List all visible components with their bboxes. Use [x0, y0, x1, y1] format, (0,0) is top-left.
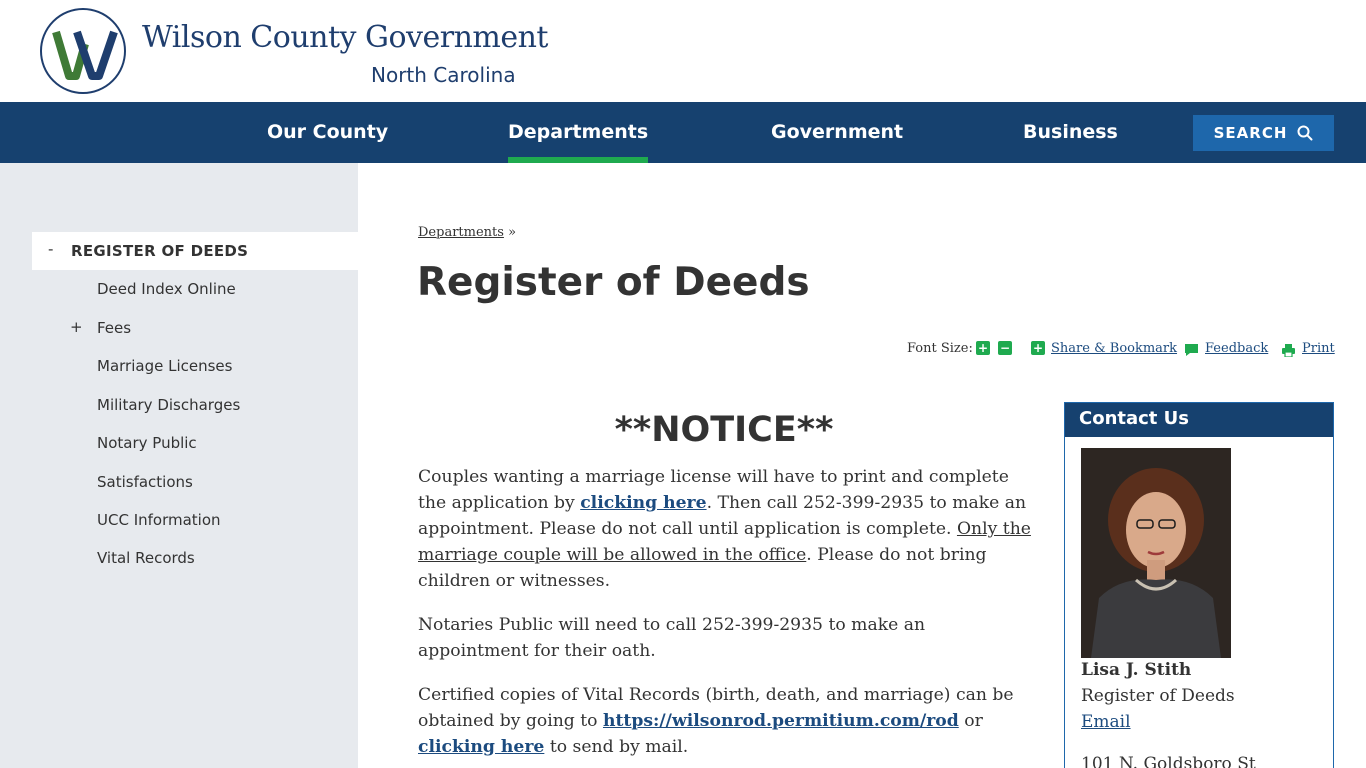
contact-heading: Contact Us	[1065, 403, 1333, 437]
collapse-icon[interactable]: -	[48, 240, 53, 258]
breadcrumb: Departments »	[418, 225, 516, 240]
search-icon	[1297, 125, 1313, 141]
share-bookmark-link[interactable]: Share & Bookmark	[1051, 341, 1177, 356]
site-title: Wilson County Government	[142, 20, 548, 55]
sidebar-item-satisfactions[interactable]: Satisfactions	[97, 473, 193, 491]
contact-email-link[interactable]: Email	[1081, 712, 1131, 732]
portrait-image	[1081, 448, 1231, 658]
font-decrease-button[interactable]: −	[998, 341, 1012, 355]
font-size-label: Font Size:	[907, 341, 973, 356]
print-icon	[1282, 344, 1295, 357]
notice-text: to send by mail.	[544, 737, 689, 757]
share-plus-icon: +	[1031, 341, 1045, 355]
font-increase-button[interactable]: +	[976, 341, 990, 355]
sidebar-item-notary-public[interactable]: Notary Public	[97, 434, 197, 452]
notice-text: or	[958, 711, 983, 731]
logo-w-icon	[52, 30, 118, 80]
contact-address: 101 N. Goldsboro St	[1081, 754, 1256, 768]
sidebar-item-deed-index-online[interactable]: Deed Index Online	[97, 280, 236, 298]
expand-icon[interactable]: +	[70, 318, 83, 336]
feedback-icon	[1185, 344, 1198, 356]
sidebar-item-label: REGISTER OF DEEDS	[71, 242, 249, 260]
application-link[interactable]: clicking here	[580, 493, 706, 513]
notary-notice: Notaries Public will need to call 252-39…	[418, 615, 926, 661]
site-subtitle: North Carolina	[371, 63, 516, 87]
page-title: Register of Deeds	[417, 260, 810, 305]
sidebar-item-military-discharges[interactable]: Military Discharges	[97, 396, 240, 414]
vital-records-notice: Certified copies of Vital Records (birth…	[418, 682, 1038, 760]
mail-request-link[interactable]: clicking here	[418, 737, 544, 757]
marriage-license-notice: Couples wanting a marriage license will …	[418, 464, 1038, 594]
site-header: Wilson County Government North Carolina	[0, 0, 1366, 102]
nav-business[interactable]: Business	[1023, 102, 1118, 163]
search-button[interactable]: SEARCH	[1193, 115, 1334, 151]
contact-name: Lisa J. Stith	[1081, 660, 1192, 680]
sidebar-item-ucc-information[interactable]: UCC Information	[97, 511, 221, 529]
sidebar-item-fees[interactable]: Fees	[97, 319, 131, 337]
contact-role: Register of Deeds	[1081, 686, 1235, 706]
contact-us-box: Contact Us Lisa J. Stith Register of Dee…	[1064, 402, 1334, 768]
print-link[interactable]: Print	[1302, 341, 1335, 356]
nav-departments[interactable]: Departments	[508, 102, 649, 163]
nav-government[interactable]: Government	[771, 102, 903, 163]
permitium-link[interactable]: https://wilsonrod.permitium.com/rod	[603, 711, 959, 731]
logo-emblem	[40, 8, 126, 94]
contact-photo	[1081, 448, 1231, 658]
sidebar: - REGISTER OF DEEDS Deed Index Online + …	[0, 163, 358, 768]
sidebar-item-register-of-deeds[interactable]: - REGISTER OF DEEDS	[32, 232, 358, 270]
main-nav: Our County Departments Government Busine…	[0, 102, 1366, 163]
breadcrumb-separator: »	[508, 225, 517, 240]
breadcrumb-departments[interactable]: Departments	[418, 225, 504, 240]
sidebar-item-marriage-licenses[interactable]: Marriage Licenses	[97, 357, 232, 375]
notice-heading: **NOTICE**	[614, 410, 834, 450]
sidebar-item-vital-records[interactable]: Vital Records	[97, 549, 195, 567]
search-button-label: SEARCH	[1213, 124, 1288, 142]
feedback-link[interactable]: Feedback	[1205, 341, 1268, 356]
page-tools: Font Size: + − + Share & Bookmark Feedba…	[907, 341, 1335, 359]
nav-our-county[interactable]: Our County	[267, 102, 388, 163]
